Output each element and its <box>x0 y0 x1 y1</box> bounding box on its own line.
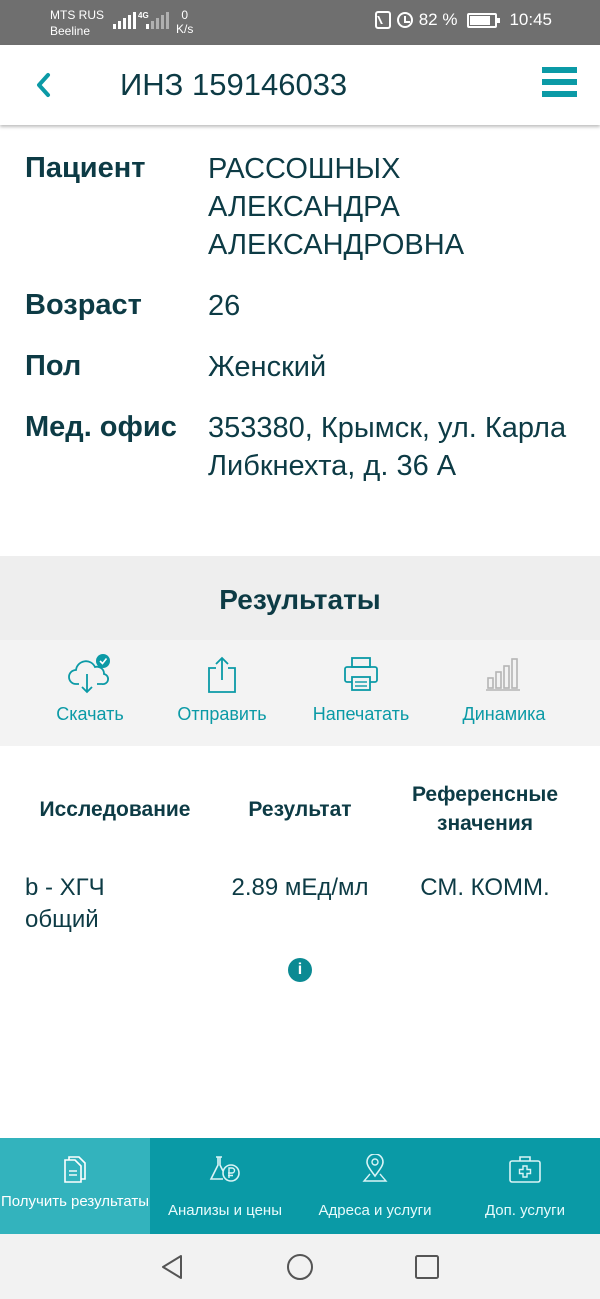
map-pin-icon <box>362 1154 388 1182</box>
nav-tests-prices-label: Анализы и цены <box>168 1202 282 1219</box>
alarm-icon <box>396 12 413 28</box>
gender-row: Пол Женский <box>0 348 600 386</box>
app-header: ИНЗ 159146033 <box>0 45 600 125</box>
clock: 10:45 <box>509 10 552 29</box>
column-result: Результат <box>248 798 352 821</box>
nav-extra-services[interactable]: Доп. услуги <box>450 1138 600 1234</box>
medical-kit-icon <box>509 1156 541 1183</box>
office-label: Мед. офис <box>25 411 177 443</box>
column-study: Исследование <box>39 798 191 821</box>
results-panel: Результаты Скачать Отправить Напечатать … <box>0 556 600 746</box>
net-speed-value: 0 <box>181 8 189 22</box>
dynamics-button[interactable]: Динамика <box>434 640 574 746</box>
result-value: 2.89 мЕд/мл <box>231 874 369 901</box>
column-reference: Референсные значения <box>411 783 559 835</box>
patient-row: Пациент РАССОШНЫХ АЛЕКСАНДРА АЛЕКСАНДРОВ… <box>0 150 600 264</box>
carrier-info: MTS RUS Beeline <box>50 7 104 39</box>
signal-2-icon <box>146 11 169 29</box>
results-table-header: Исследование Результат Референсные значе… <box>0 780 600 840</box>
recents-square-icon[interactable] <box>412 1252 442 1282</box>
back-triangle-icon[interactable] <box>157 1252 187 1282</box>
net-speed: 0 K/s <box>176 8 193 36</box>
carrier-name-2: Beeline <box>50 24 91 38</box>
flask-ruble-icon <box>209 1156 240 1182</box>
send-label: Отправить <box>177 704 267 724</box>
home-circle-icon[interactable] <box>285 1252 315 1282</box>
nav-tests-prices[interactable]: Анализы и цены <box>150 1138 300 1234</box>
age-value: 26 <box>208 290 241 322</box>
print-label: Напечатать <box>312 704 410 724</box>
document-icon <box>64 1156 86 1183</box>
age-label: Возраст <box>25 289 142 321</box>
results-actions: Скачать Отправить Напечатать Динамика <box>0 640 600 746</box>
reference-value: СМ. КОММ. <box>420 874 550 901</box>
signal-icon <box>113 11 136 29</box>
hamburger-menu-icon <box>542 67 578 97</box>
office-address: 353380, Крымск, ул. Карла Либкнехта, д. … <box>208 412 567 482</box>
system-nav-bar <box>0 1234 600 1299</box>
nav-addresses[interactable]: Адреса и услуги <box>300 1138 450 1234</box>
bar-chart-icon <box>486 658 520 691</box>
nav-extra-services-label: Доп. услуги <box>484 1202 566 1219</box>
nav-get-results-label: Получить результаты <box>0 1193 150 1210</box>
back-button[interactable] <box>24 65 64 105</box>
page-title: ИНЗ 159146033 <box>120 67 348 102</box>
status-right: 82 % 10:45 <box>374 10 552 30</box>
download-button[interactable]: Скачать <box>20 640 160 746</box>
print-button[interactable]: Напечатать <box>291 640 431 746</box>
battery-percent: 82 % <box>418 10 458 29</box>
info-icon[interactable]: i <box>288 958 312 982</box>
download-label: Скачать <box>56 704 124 724</box>
age-row: Возраст 26 <box>0 287 600 325</box>
patient-info: Пациент РАССОШНЫХ АЛЕКСАНДРА АЛЕКСАНДРОВ… <box>0 150 600 508</box>
bottom-nav: Получить результаты Анализы и цены Адрес… <box>0 1138 600 1234</box>
share-icon <box>208 656 236 693</box>
printer-icon <box>344 657 378 691</box>
menu-button[interactable] <box>542 67 578 103</box>
dynamics-label: Динамика <box>462 704 546 724</box>
nav-get-results[interactable]: Получить результаты <box>0 1138 150 1234</box>
chevron-left-icon <box>37 73 50 97</box>
send-button[interactable]: Отправить <box>152 640 292 746</box>
nfc-icon <box>374 11 391 29</box>
patient-name: РАССОШНЫХ АЛЕКСАНДРА АЛЕКСАНДРОВНА <box>208 153 465 261</box>
gender-label: Пол <box>25 350 82 382</box>
study-name: b - ХГЧ общий <box>25 874 105 933</box>
patient-label: Пациент <box>25 152 146 184</box>
battery-icon <box>467 12 501 28</box>
results-title: Результаты <box>219 584 381 615</box>
net-speed-unit: K/s <box>176 22 194 36</box>
cloud-download-icon <box>68 654 110 694</box>
gender-value: Женский <box>208 351 327 383</box>
status-bar: MTS RUS Beeline 4G 0 K/s 82 % 10:45 <box>0 0 600 45</box>
nav-addresses-label: Адреса и услуги <box>318 1202 432 1219</box>
carrier-name-1: MTS RUS <box>50 8 104 22</box>
office-row: Мед. офис 353380, Крымск, ул. Карла Либк… <box>0 409 600 485</box>
